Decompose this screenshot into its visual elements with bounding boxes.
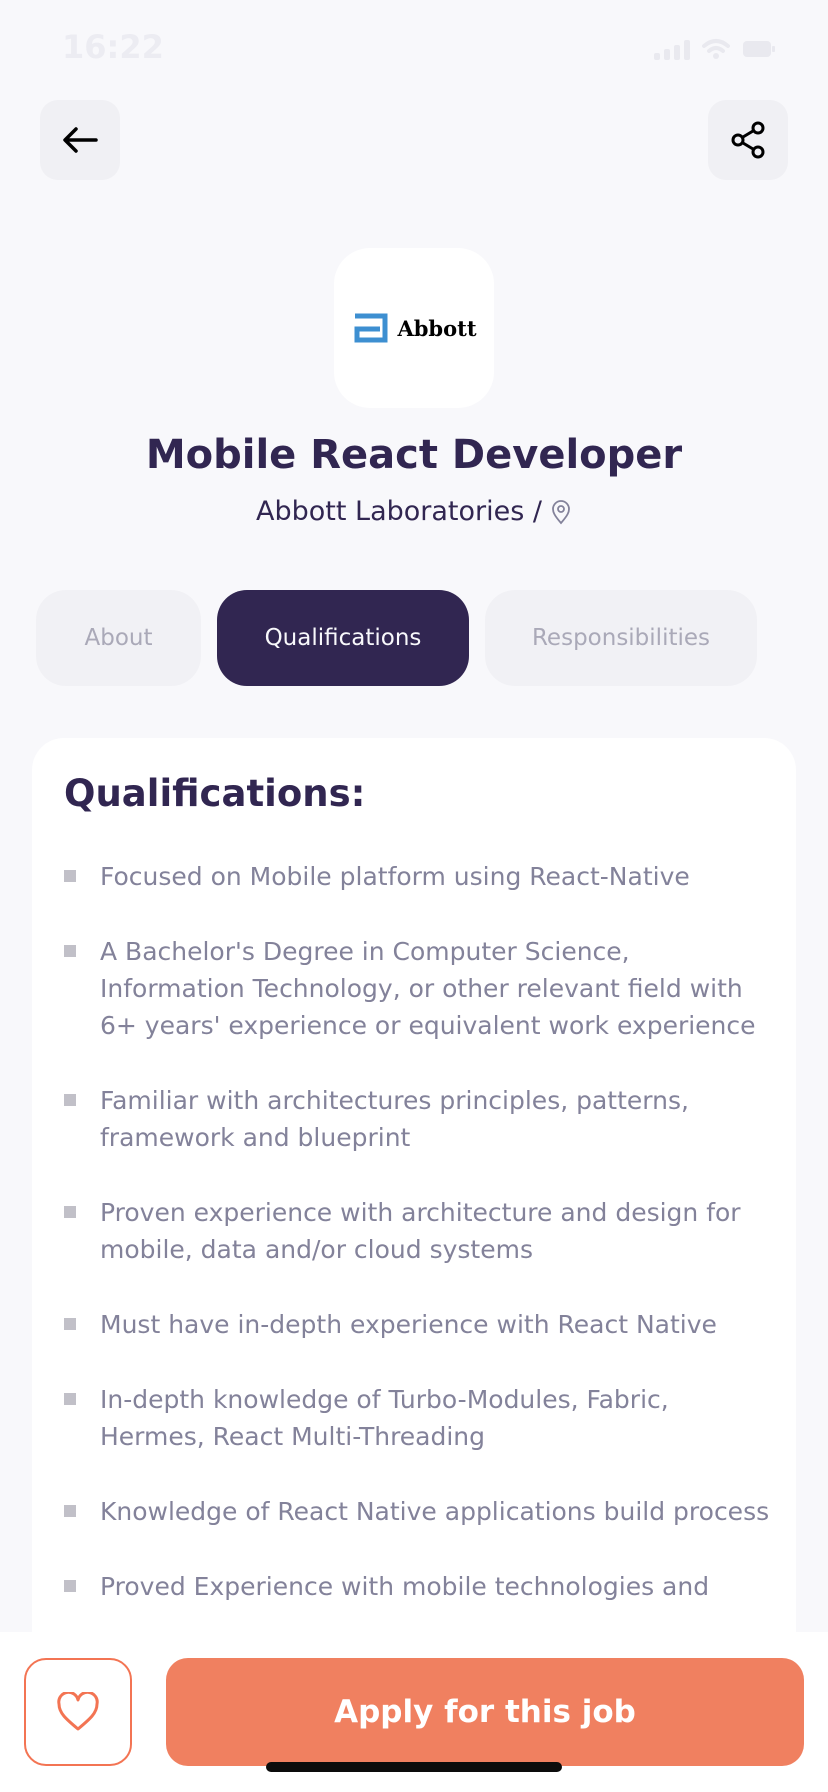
company-line: Abbott Laboratories /	[0, 496, 828, 527]
list-item: Proven experience with architecture and …	[64, 1194, 780, 1268]
bullet-icon	[64, 1393, 76, 1405]
list-item: Knowledge of React Native applications b…	[64, 1493, 780, 1530]
list-item-text: Focused on Mobile platform using React-N…	[100, 862, 690, 891]
bullet-icon	[64, 1206, 76, 1218]
list-item-text: Proved Experience with mobile technologi…	[100, 1572, 710, 1601]
bullet-icon	[64, 1318, 76, 1330]
bullet-icon	[64, 1505, 76, 1517]
footer-bar: Apply for this job	[0, 1632, 828, 1792]
status-bar: 16:22	[0, 0, 828, 100]
list-item-text: Must have in-depth experience with React…	[100, 1310, 717, 1339]
list-item-text: A Bachelor's Degree in Computer Science,…	[100, 937, 756, 1040]
apply-button[interactable]: Apply for this job	[166, 1658, 804, 1766]
section-title: Qualifications:	[64, 772, 366, 815]
bullet-icon	[64, 1094, 76, 1106]
list-item: Focused on Mobile platform using React-N…	[64, 858, 780, 895]
tab-qualifications[interactable]: Qualifications	[217, 590, 469, 686]
share-button[interactable]	[708, 100, 788, 180]
status-icons	[654, 38, 776, 60]
battery-icon	[743, 41, 775, 57]
logo-text: Abbott	[397, 315, 477, 341]
cellular-signal-icon	[654, 38, 690, 60]
qualifications-card: Qualifications: Focused on Mobile platfo…	[32, 738, 796, 1718]
list-item: A Bachelor's Degree in Computer Science,…	[64, 933, 780, 1044]
status-time: 16:22	[62, 28, 164, 66]
list-item-text: Proven experience with architecture and …	[100, 1198, 741, 1264]
map-pin-icon	[552, 499, 570, 524]
list-item: Familiar with architectures principles, …	[64, 1082, 780, 1156]
list-item-text: Familiar with architectures principles, …	[100, 1086, 689, 1152]
list-item: Proved Experience with mobile technologi…	[64, 1568, 780, 1605]
wifi-icon	[702, 39, 730, 59]
bullet-icon	[64, 870, 76, 882]
tab-about[interactable]: About	[36, 590, 201, 686]
job-title: Mobile React Developer	[145, 432, 683, 478]
list-item-text: In-depth knowledge of Turbo-Modules, Fab…	[100, 1385, 669, 1451]
abbott-logo: Abbott	[351, 312, 477, 344]
tab-bar: About Qualifications Responsibilities	[36, 590, 757, 686]
like-button[interactable]	[24, 1658, 132, 1766]
list-item: Must have in-depth experience with React…	[64, 1306, 780, 1343]
home-indicator	[266, 1762, 562, 1772]
company-name: Abbott Laboratories /	[256, 496, 542, 527]
bullet-icon	[64, 1580, 76, 1592]
list-item: In-depth knowledge of Turbo-Modules, Fab…	[64, 1381, 780, 1455]
bullet-icon	[64, 945, 76, 957]
arrow-left-icon	[63, 127, 98, 153]
back-button[interactable]	[40, 100, 120, 180]
share-icon	[731, 121, 765, 159]
heart-icon	[57, 1692, 99, 1731]
company-logo: Abbott	[334, 248, 494, 408]
list-item-text: Knowledge of React Native applications b…	[100, 1497, 770, 1526]
tab-responsibilities[interactable]: Responsibilities	[485, 590, 757, 686]
qualifications-list: Focused on Mobile platform using React-N…	[64, 858, 780, 1643]
abbott-logo-mark-icon	[354, 313, 388, 343]
